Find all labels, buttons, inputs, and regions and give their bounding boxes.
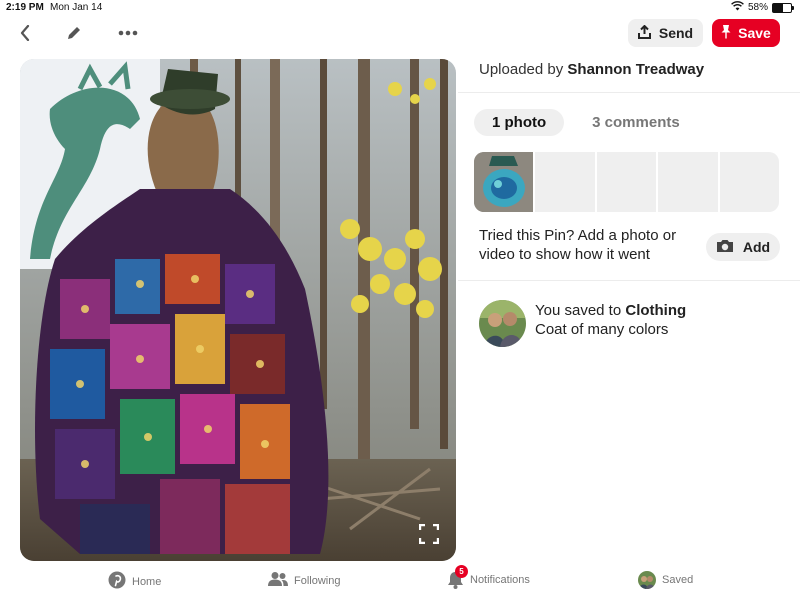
empty-thumbnail bbox=[719, 152, 779, 212]
activity-tabs: 1 photo 3 comments bbox=[474, 108, 698, 136]
saved-prefix: You saved to bbox=[535, 302, 622, 319]
coat-photo bbox=[20, 59, 456, 561]
status-date: Mon Jan 14 bbox=[50, 2, 103, 13]
empty-thumbnail bbox=[535, 152, 595, 212]
send-button[interactable]: Send bbox=[628, 19, 703, 47]
uploaded-by-prefix: Uploaded by bbox=[479, 61, 564, 78]
avatar-icon bbox=[638, 571, 656, 589]
bottom-nav: Home Following 5 Notifications Saved bbox=[0, 565, 800, 600]
nav-following-label: Following bbox=[294, 574, 341, 587]
avatar[interactable] bbox=[479, 300, 526, 347]
more-dots-icon[interactable] bbox=[117, 22, 139, 44]
wifi-icon bbox=[731, 1, 744, 14]
nav-home[interactable]: Home bbox=[108, 571, 161, 592]
uploaded-by: Uploaded by Shannon Treadway bbox=[479, 61, 704, 78]
photo-thumbnails bbox=[474, 152, 779, 212]
pencil-icon[interactable] bbox=[63, 22, 85, 44]
pin-image[interactable] bbox=[20, 59, 456, 561]
status-bar: 2:19 PM Mon Jan 14 58% bbox=[0, 0, 800, 16]
photo-thumbnail[interactable] bbox=[474, 152, 534, 212]
add-photo-button[interactable]: Add bbox=[706, 233, 780, 261]
share-up-icon bbox=[637, 24, 651, 42]
board-link[interactable]: Clothing bbox=[625, 302, 686, 319]
status-time: 2:19 PM bbox=[6, 2, 44, 13]
nav-notifications-label: Notifications bbox=[470, 574, 530, 586]
battery-percent: 58% bbox=[747, 2, 768, 13]
saved-to-line: You saved to Clothing bbox=[535, 301, 785, 320]
pin-details-panel: Uploaded by Shannon Treadway 1 photo 3 c… bbox=[458, 50, 800, 560]
tried-prompt: Tried this Pin? Add a photo or video to … bbox=[479, 227, 677, 263]
empty-thumbnail bbox=[658, 152, 718, 212]
divider bbox=[458, 92, 800, 93]
add-label: Add bbox=[742, 239, 771, 255]
battery-icon bbox=[772, 2, 794, 13]
bell-icon: 5 bbox=[447, 565, 468, 589]
save-label: Save bbox=[738, 25, 771, 41]
send-label: Send bbox=[658, 25, 694, 41]
status-right: 58% bbox=[731, 1, 794, 14]
divider bbox=[458, 280, 800, 281]
tab-photos[interactable]: 1 photo bbox=[474, 108, 565, 136]
top-toolbar: Send Save bbox=[0, 16, 800, 50]
uploader-name[interactable]: Shannon Treadway bbox=[567, 61, 704, 78]
chevron-left-icon[interactable] bbox=[14, 22, 36, 44]
pinterest-logo-icon bbox=[108, 571, 126, 592]
expand-icon[interactable] bbox=[416, 521, 442, 547]
empty-thumbnail bbox=[596, 152, 657, 212]
save-button[interactable]: Save bbox=[712, 19, 780, 47]
camera-icon bbox=[716, 239, 734, 256]
pin-title: Coat of many colors bbox=[535, 321, 669, 338]
nav-saved[interactable]: Saved bbox=[638, 571, 693, 589]
nav-following[interactable]: Following bbox=[268, 571, 340, 590]
saved-text: You saved to Clothing Coat of many color… bbox=[535, 301, 785, 339]
tab-comments[interactable]: 3 comments bbox=[574, 109, 698, 136]
pin-icon bbox=[721, 24, 731, 42]
nav-notifications[interactable]: 5 Notifications bbox=[447, 565, 530, 589]
notification-badge: 5 bbox=[455, 565, 468, 578]
nav-home-label: Home bbox=[132, 575, 162, 588]
nav-saved-label: Saved bbox=[662, 574, 694, 586]
people-icon bbox=[268, 571, 288, 590]
